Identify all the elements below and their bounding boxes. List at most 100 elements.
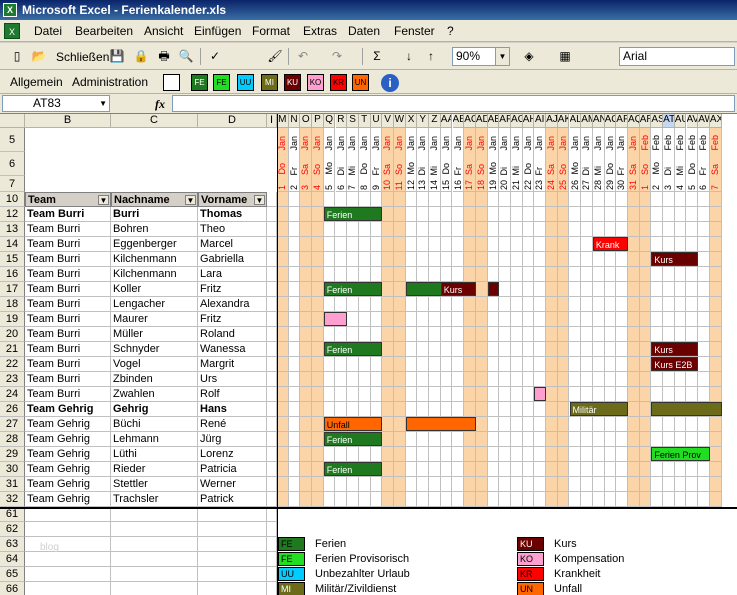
day-column-cells[interactable] bbox=[511, 192, 523, 507]
row-header[interactable]: 16 bbox=[0, 267, 25, 282]
legend-btn-ko[interactable]: KO bbox=[307, 74, 324, 91]
cell-nachname[interactable]: Gehrig bbox=[111, 402, 198, 417]
day-column-cells[interactable] bbox=[546, 192, 558, 507]
menu-help[interactable]: ? bbox=[447, 24, 454, 38]
cell-nachname[interactable]: Kilchenmann bbox=[111, 252, 198, 267]
column-header-day[interactable]: W bbox=[394, 114, 406, 128]
cell-vorname[interactable]: Hans bbox=[198, 402, 267, 417]
row-header[interactable]: 28 bbox=[0, 432, 25, 447]
cell-team[interactable]: Team Burri bbox=[25, 267, 111, 282]
column-header-day[interactable]: AI bbox=[534, 114, 547, 128]
legend-btn-uu[interactable]: UU bbox=[237, 74, 254, 91]
cell-nachname[interactable]: Stettler bbox=[111, 477, 198, 492]
cell-team[interactable]: Team Gehrig bbox=[25, 402, 111, 417]
cell-vorname[interactable] bbox=[198, 522, 267, 537]
permission-icon[interactable]: 🔒 bbox=[132, 47, 150, 65]
absence-bar[interactable] bbox=[487, 282, 500, 296]
day-column-cells[interactable] bbox=[417, 192, 430, 507]
day-column-cells[interactable] bbox=[312, 192, 324, 507]
cell-nachname[interactable]: Eggenberger bbox=[111, 237, 198, 252]
day-column-cells[interactable] bbox=[277, 192, 289, 507]
cell-spacer[interactable] bbox=[267, 282, 277, 297]
cell-team[interactable]: Team Burri bbox=[25, 327, 111, 342]
column-header-day[interactable]: AF bbox=[499, 114, 511, 128]
cell-nachname[interactable] bbox=[111, 522, 198, 537]
menu-fenster[interactable]: Fenster bbox=[394, 24, 435, 38]
column-header-day[interactable]: U bbox=[370, 114, 383, 128]
column-header-day[interactable]: AQ bbox=[628, 114, 640, 128]
filter-dropdown-icon[interactable]: ▼ bbox=[254, 195, 265, 205]
cell-nachname[interactable]: Vogel bbox=[111, 357, 198, 372]
workbook-icon[interactable]: X bbox=[4, 23, 20, 39]
cell-nachname[interactable]: Zbinden bbox=[111, 372, 198, 387]
cell-vorname[interactable]: Roland bbox=[198, 327, 267, 342]
cell-team[interactable]: Team Burri bbox=[25, 237, 111, 252]
absence-bar[interactable]: Ferien bbox=[323, 207, 383, 221]
column-header-day[interactable]: AT bbox=[663, 114, 675, 128]
column-header-day[interactable]: AX bbox=[709, 114, 722, 128]
column-header-day[interactable]: P bbox=[312, 114, 324, 128]
cell-vorname[interactable]: Urs bbox=[198, 372, 267, 387]
row-header[interactable]: 10 bbox=[0, 192, 25, 207]
cell-vorname[interactable]: Margrit bbox=[198, 357, 267, 372]
absence-bar[interactable]: Ferien bbox=[323, 432, 383, 446]
spellcheck-icon[interactable]: ✓ bbox=[206, 47, 224, 65]
formula-input[interactable] bbox=[172, 95, 735, 112]
cell-team[interactable]: Team Gehrig bbox=[25, 417, 111, 432]
row-header[interactable]: 6 bbox=[0, 152, 25, 176]
row-header[interactable]: 32 bbox=[0, 492, 25, 507]
cell-team[interactable]: Team Burri bbox=[25, 297, 111, 312]
legend-btn-fe-prov[interactable]: FE bbox=[213, 74, 230, 91]
cell-vorname[interactable]: Wanessa bbox=[198, 342, 267, 357]
day-column-cells[interactable] bbox=[709, 192, 722, 507]
spreadsheet-grid[interactable]: BCDIMNOPQRSTUVWXYZAAABACADAEAFAGAHAIAJAK… bbox=[0, 114, 737, 595]
row-header[interactable]: 65 bbox=[0, 567, 25, 582]
cell-team[interactable]: Team Gehrig bbox=[25, 432, 111, 447]
cell-nachname[interactable]: Schnyder bbox=[111, 342, 198, 357]
column-header-day[interactable]: AJ bbox=[546, 114, 558, 128]
row-header[interactable]: 66 bbox=[0, 582, 25, 595]
day-column-cells[interactable] bbox=[440, 192, 453, 507]
row-header[interactable]: 23 bbox=[0, 372, 25, 387]
cell-nachname[interactable] bbox=[111, 567, 198, 582]
column-header-day[interactable]: N bbox=[288, 114, 301, 128]
cell-spacer[interactable] bbox=[267, 462, 277, 477]
cell-team[interactable]: Team Burri bbox=[25, 342, 111, 357]
cell-vorname[interactable]: Jürg bbox=[198, 432, 267, 447]
cell-team[interactable] bbox=[25, 537, 111, 552]
day-column-cells[interactable] bbox=[382, 192, 394, 507]
row-header[interactable]: 62 bbox=[0, 522, 25, 537]
cell-nachname[interactable]: Lüthi bbox=[111, 447, 198, 462]
cell-team[interactable]: Team Burri bbox=[25, 387, 111, 402]
column-header-day[interactable]: AL bbox=[569, 114, 582, 128]
cell-nachname[interactable]: Koller bbox=[111, 282, 198, 297]
cell-vorname[interactable]: Gabriella bbox=[198, 252, 267, 267]
cell-spacer[interactable] bbox=[267, 387, 277, 402]
cell-team[interactable]: Team Gehrig bbox=[25, 477, 111, 492]
cell-spacer[interactable] bbox=[267, 372, 277, 387]
cell-nachname[interactable]: Nachname ▼ bbox=[111, 192, 198, 207]
column-header-day[interactable]: AU bbox=[674, 114, 687, 128]
cell-spacer[interactable] bbox=[267, 327, 277, 342]
absence-bar[interactable]: Ferien bbox=[323, 462, 383, 476]
column-header-day[interactable]: Y bbox=[417, 114, 430, 128]
cell-nachname[interactable]: Zwahlen bbox=[111, 387, 198, 402]
column-header-C[interactable]: C bbox=[111, 114, 198, 128]
cell-vorname[interactable]: Lorenz bbox=[198, 447, 267, 462]
info-icon[interactable]: i bbox=[381, 74, 399, 92]
row-header[interactable]: 30 bbox=[0, 462, 25, 477]
cell-spacer[interactable] bbox=[267, 222, 277, 237]
row-header[interactable]: 21 bbox=[0, 342, 25, 357]
legend-btn-fe[interactable]: FE bbox=[191, 74, 208, 91]
cell-spacer[interactable] bbox=[267, 192, 277, 207]
column-header-B[interactable]: B bbox=[25, 114, 111, 128]
row-header[interactable]: 31 bbox=[0, 477, 25, 492]
cell-spacer[interactable] bbox=[267, 432, 277, 447]
cell-spacer[interactable] bbox=[267, 537, 277, 552]
cell-team[interactable]: Team Burri bbox=[25, 372, 111, 387]
cell-team[interactable]: Team Burri bbox=[25, 312, 111, 327]
column-header-day[interactable]: M bbox=[277, 114, 289, 128]
filter-dropdown-icon[interactable]: ▼ bbox=[185, 195, 196, 205]
cell-team[interactable] bbox=[25, 567, 111, 582]
cell-vorname[interactable] bbox=[198, 507, 267, 522]
